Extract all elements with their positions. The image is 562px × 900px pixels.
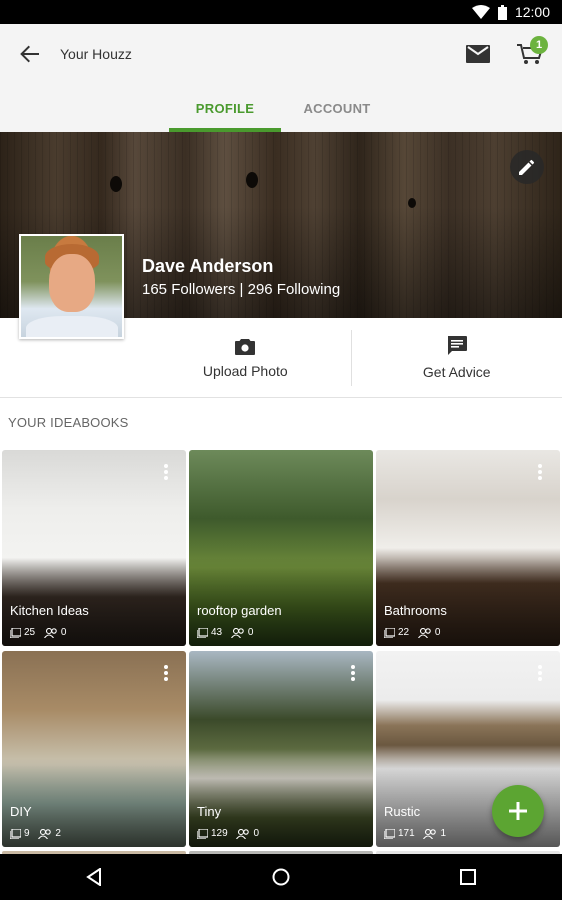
circle-home-icon [272,868,290,886]
status-time: 12:00 [514,4,550,20]
ideabook-card[interactable]: Kitchen Ideas 25 0 [2,450,186,646]
ideabook-card[interactable]: Tiny 129 0 [189,651,373,847]
cart-count-badge: 1 [530,36,548,54]
ideabook-title: rooftop garden [197,603,282,618]
app-title: Your Houzz [60,46,132,62]
ideabook-meta: 43 0 [197,627,253,638]
collaborators-icon [38,828,52,839]
mail-icon [466,45,490,63]
collaborators-icon [236,828,250,839]
cart-button[interactable]: 1 [508,32,552,76]
photos-icon [384,627,395,638]
ideabook-title: Rustic [384,804,421,819]
tab-account[interactable]: ACCOUNT [281,84,393,132]
edit-cover-button[interactable] [510,150,544,184]
ideabook-meta: 171 1 [384,828,446,839]
pencil-icon [519,159,535,175]
collaborators-icon [423,828,437,839]
tab-bar: PROFILE ACCOUNT [0,84,562,132]
profile-stats[interactable]: 165 Followers | 296 Following [142,281,340,298]
ideabook-card[interactable]: rooftop garden 43 0 [189,450,373,646]
system-nav-bar [0,854,562,900]
ideabook-title: Tiny [197,804,222,819]
back-button[interactable] [0,24,60,84]
ideabook-meta: 9 2 [10,828,61,839]
ideabook-card[interactable]: Bathrooms 22 0 [376,450,560,646]
more-vert-icon[interactable] [164,665,168,681]
nav-back-button[interactable] [64,854,124,900]
photos-icon [384,828,395,839]
profile-name: Dave Anderson [142,256,274,276]
battery-icon [497,4,507,20]
comment-icon [447,336,467,355]
photos-icon [197,828,208,839]
nav-home-button[interactable] [251,854,311,900]
wifi-icon [471,5,490,19]
ideabooks-heading: YOUR IDEABOOKS [8,415,129,430]
photos-icon [10,627,21,638]
more-vert-icon[interactable] [538,665,542,681]
upload-photo-button[interactable]: Upload Photo [140,318,351,398]
collaborators-icon [230,627,244,638]
ideabook-card[interactable]: DIY 9 2 [2,651,186,847]
upload-photo-label: Upload Photo [202,362,288,379]
tab-profile[interactable]: PROFILE [169,84,281,132]
ideabook-title: DIY [10,804,32,819]
get-advice-label: Get Advice [422,364,491,380]
ideabook-title: Kitchen Ideas [10,603,89,618]
messages-button[interactable] [456,32,500,76]
add-button[interactable] [492,785,544,837]
ideabook-meta: 25 0 [10,627,66,638]
ideabook-meta: 129 0 [197,828,259,839]
app-bar: Your Houzz 1 [0,24,562,84]
photos-icon [197,627,208,638]
camera-icon [235,338,256,355]
collaborators-icon [417,627,431,638]
plus-icon [509,802,527,820]
status-bar: 12:00 [0,0,562,24]
more-vert-icon[interactable] [351,665,355,681]
arrow-back-icon [20,45,39,63]
profile-actions: Upload Photo Get Advice [140,318,562,398]
nav-recents-button[interactable] [438,854,498,900]
ideabook-meta: 22 0 [384,627,440,638]
square-recents-icon [460,869,477,885]
avatar[interactable] [19,234,124,339]
divider [0,397,562,398]
triangle-back-icon [85,868,101,886]
more-vert-icon[interactable] [164,464,168,480]
photos-icon [10,828,21,839]
more-vert-icon[interactable] [538,464,542,480]
ideabook-title: Bathrooms [384,603,447,618]
collaborators-icon [43,627,57,638]
get-advice-button[interactable]: Get Advice [352,318,562,398]
